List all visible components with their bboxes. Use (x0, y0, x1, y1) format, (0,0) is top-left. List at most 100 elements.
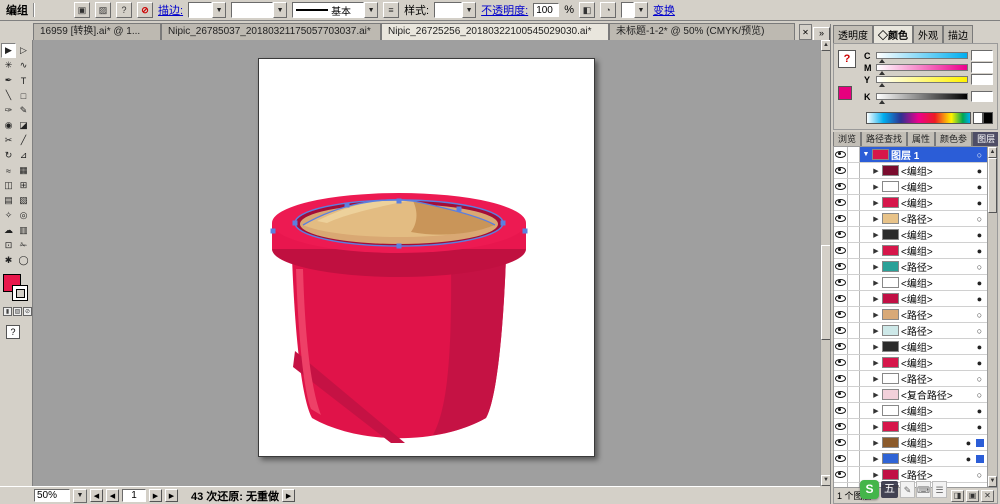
next-artboard-button[interactable]: ▶ (149, 489, 162, 502)
visibility-cell[interactable] (834, 179, 848, 194)
black-swatch[interactable] (983, 112, 993, 124)
direct-selection-tool[interactable]: ▷ (16, 43, 31, 58)
panel-tab[interactable]: 透明度 (833, 25, 873, 43)
scissors-tool[interactable]: ✂ (1, 133, 16, 148)
mesh-tool[interactable]: ▤ (1, 193, 16, 208)
width-tool[interactable]: ≈ (1, 163, 16, 178)
layer-content[interactable]: ▶ <编组> ● (860, 355, 987, 370)
target-icon[interactable]: ○ (974, 214, 985, 224)
lock-cell[interactable] (848, 163, 860, 178)
keyboard-icon[interactable]: ⌨ (916, 481, 931, 498)
pencil-icon[interactable]: ✎ (900, 481, 915, 498)
layer-content[interactable]: ▶ <路径> ○ (860, 371, 987, 386)
disclosure-triangle-icon[interactable]: ▶ (872, 471, 880, 479)
slider-thumb[interactable] (879, 59, 885, 63)
pattern-swatch-icon[interactable]: ▨ (95, 2, 111, 18)
layer-row[interactable]: ▶ <路径> ○ (834, 259, 987, 275)
disclosure-triangle-icon[interactable]: ▶ (872, 311, 880, 319)
target-icon[interactable]: ● (974, 406, 985, 416)
layer-row[interactable]: ▼ 图层 1 ○ (834, 147, 987, 163)
layer-content[interactable]: ▶ <路径> ○ (860, 211, 987, 226)
white-swatch[interactable] (973, 112, 983, 124)
layer-content[interactable]: ▶ <编组> ● (860, 179, 987, 194)
layer-content[interactable]: ▶ <路径> ○ (860, 307, 987, 322)
hand-tool[interactable]: ✱ (1, 253, 16, 268)
lock-cell[interactable] (848, 259, 860, 274)
target-icon[interactable]: ● (974, 342, 985, 352)
target-icon[interactable]: ● (963, 454, 974, 464)
layer-row[interactable]: ▶ <编组> ● (834, 451, 987, 467)
disclosure-triangle-icon[interactable]: ▶ (872, 343, 880, 351)
visibility-cell[interactable] (834, 403, 848, 418)
disclosure-triangle-icon[interactable]: ▶ (872, 199, 880, 207)
dock-tab[interactable]: 颜色参 (935, 132, 973, 146)
help-icon[interactable]: ? (6, 325, 20, 339)
eye-icon[interactable] (835, 311, 846, 318)
slider-value-input[interactable] (971, 62, 993, 73)
visibility-cell[interactable] (834, 227, 848, 242)
visibility-cell[interactable] (834, 147, 848, 162)
status-expand-button[interactable]: ▶ (282, 489, 296, 502)
disclosure-triangle-icon[interactable]: ▶ (872, 327, 880, 335)
lock-cell[interactable] (848, 227, 860, 242)
dock-tab[interactable]: 图层 (972, 132, 998, 146)
slider-value-input[interactable] (971, 74, 993, 85)
ime-logo[interactable]: S (860, 480, 879, 499)
layer-content[interactable]: ▶ <编组> ● (860, 243, 987, 258)
slider-track[interactable] (876, 93, 968, 104)
type-tool[interactable]: T (16, 73, 31, 88)
layer-row[interactable]: ▶ <编组> ● (834, 275, 987, 291)
target-icon[interactable]: ● (974, 246, 985, 256)
scroll-down-icon[interactable]: ▼ (988, 476, 997, 487)
no-fill-icon[interactable]: ⊘ (137, 2, 153, 18)
layer-row[interactable]: ▶ <编组> ● (834, 195, 987, 211)
lock-cell[interactable] (848, 419, 860, 434)
artboard-tool[interactable]: ⊡ (1, 238, 16, 253)
eye-icon[interactable] (835, 199, 846, 206)
menu-icon[interactable]: ☰ (932, 481, 947, 498)
slider-value-input[interactable] (971, 91, 993, 102)
panel-tab[interactable]: ◇颜色 (873, 25, 913, 43)
lock-cell[interactable] (848, 243, 860, 258)
eye-icon[interactable] (835, 391, 846, 398)
scrollbar-thumb[interactable] (988, 158, 997, 213)
visibility-cell[interactable] (834, 323, 848, 338)
document-tab[interactable]: Nipic_26725256_20180322100545029030.ai* (381, 23, 609, 40)
blend-tool[interactable]: ◎ (16, 208, 31, 223)
target-icon[interactable]: ○ (974, 390, 985, 400)
visibility-cell[interactable] (834, 243, 848, 258)
rectangle-tool[interactable]: □ (16, 88, 31, 103)
layer-row[interactable]: ▶ <编组> ● (834, 227, 987, 243)
opacity-link[interactable]: 不透明度: (481, 2, 528, 18)
target-icon[interactable]: ● (974, 422, 985, 432)
none-mode-button[interactable]: ⊘ (23, 307, 32, 316)
visibility-cell[interactable] (834, 195, 848, 210)
menu-icon[interactable]: ≡ (383, 2, 400, 18)
panel-tab[interactable]: 外观 (913, 25, 943, 43)
width-profile-combo[interactable]: ▼ (231, 2, 288, 18)
target-icon[interactable]: ● (974, 294, 985, 304)
chevron-down-icon[interactable]: ▼ (633, 2, 648, 18)
lock-cell[interactable] (848, 371, 860, 386)
disclosure-triangle-icon[interactable]: ▶ (872, 247, 880, 255)
eye-icon[interactable] (835, 231, 846, 238)
eye-icon[interactable] (835, 247, 846, 254)
chevron-down-icon[interactable]: ▼ (73, 488, 87, 503)
layer-content[interactable]: ▶ <编组> ● (860, 339, 987, 354)
zoom-input[interactable] (34, 489, 70, 502)
eye-icon[interactable] (835, 343, 846, 350)
opacity-input[interactable] (533, 3, 560, 17)
document-tab[interactable]: Nipic_26785037_20180321175057703037.ai* (161, 23, 381, 40)
slice-tool[interactable]: ✁ (16, 238, 31, 253)
knife-tool[interactable]: ╱ (16, 133, 31, 148)
eye-icon[interactable] (835, 471, 846, 478)
lock-cell[interactable] (848, 211, 860, 226)
eye-icon[interactable] (835, 215, 846, 222)
chevron-down-icon[interactable]: ▼ (212, 2, 227, 18)
first-artboard-button[interactable]: ◀ (90, 489, 103, 502)
close-document-button[interactable]: ✕ (799, 24, 812, 40)
target-icon[interactable]: ○ (974, 310, 985, 320)
eye-icon[interactable] (835, 455, 846, 462)
screen-mode-icon[interactable]: ◔ (599, 2, 616, 18)
eye-icon[interactable] (835, 423, 846, 430)
